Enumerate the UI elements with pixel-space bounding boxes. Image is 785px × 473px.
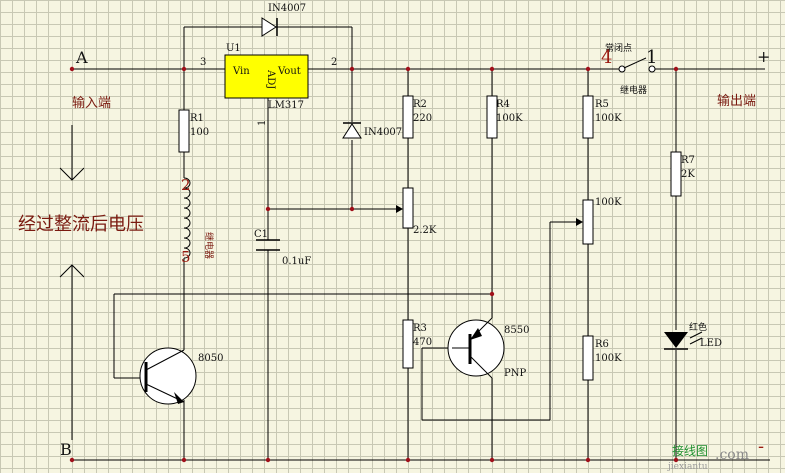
r5-value: 100K (595, 113, 622, 124)
r6-value: 100K (595, 353, 622, 364)
output-terminal-label: 输出端 (717, 93, 756, 109)
contact-pin1-label: 1 (646, 47, 657, 68)
c1-label: C1 (254, 229, 268, 240)
relay-coil-label: 继电器 (203, 232, 215, 259)
r6-label: R6 (595, 339, 609, 350)
r5-label: R5 (595, 99, 609, 110)
u1-label: U1 (226, 43, 241, 54)
lm317-label: LM317 (268, 100, 304, 111)
diode-vertical (342, 122, 362, 139)
diode-top-label: IN4007 (268, 3, 306, 14)
contact-pin4-label: 4 (601, 47, 612, 68)
resistor-r7 (670, 151, 682, 197)
r7-label: R7 (681, 155, 695, 166)
resistor-r3 (402, 319, 414, 369)
resistor-r5 (582, 95, 594, 139)
r7-value: 2K (681, 169, 695, 180)
input-arrow-up (59, 264, 85, 440)
led-label: LED (700, 338, 722, 349)
vout-label: Vout (277, 66, 301, 77)
coil-pin2-label: 2 (181, 176, 191, 194)
input-terminal-label: 输入端 (72, 95, 111, 111)
pin2-label: 2 (331, 57, 337, 68)
pot1-value: 2.2K (413, 225, 437, 236)
led-red (664, 331, 703, 350)
transistor-8050 (139, 347, 197, 405)
watermark-sub: jiexiantu (667, 462, 708, 472)
potentiometer-2-2k (402, 187, 414, 229)
input-arrow-down (59, 125, 85, 181)
watermark-domain: .com (715, 447, 749, 463)
resistor-r6 (582, 335, 594, 381)
r1-value: 100 (190, 127, 209, 138)
watermark-site: 接线图 (672, 443, 708, 458)
pin3-label: 3 (200, 57, 206, 68)
r1-label: R1 (190, 113, 204, 124)
r3-label: R3 (413, 323, 427, 334)
capacitor-c1 (256, 239, 280, 251)
minus-label: - (758, 436, 764, 457)
adj-label: ADJ (265, 69, 276, 89)
pin1-label: 1 (257, 120, 268, 126)
r2-value: 220 (413, 113, 432, 124)
c1-value: 0.1uF (282, 256, 311, 267)
r4-value: 100K (496, 113, 523, 124)
plus-label: + (757, 47, 770, 66)
pnp-part-label: 8550 (504, 325, 529, 336)
r2-label: R2 (413, 99, 427, 110)
schematic: A B 输入端 输出端 + - 经过整流后电压 IN4007 U1 3 2 1 … (18, 3, 770, 472)
npn-part-label: 8050 (198, 353, 223, 364)
transistor-8550-pnp (447, 317, 505, 379)
circuit-canvas: A B 输入端 输出端 + - 经过整流后电压 IN4007 U1 3 2 1 … (0, 0, 785, 473)
node-label-b: B (60, 440, 72, 459)
led-color-label: 红色 (689, 321, 707, 333)
relay-contact-label: 继电器 (620, 84, 647, 96)
rectified-voltage-label: 经过整流后电压 (18, 214, 144, 235)
vin-label: Vin (232, 66, 250, 77)
diode-top (261, 17, 278, 37)
diode-vertical-label: IN4007 (364, 127, 402, 138)
resistor-r2 (402, 95, 414, 139)
node-label-a: A (75, 48, 88, 67)
potentiometer-100k (582, 199, 594, 245)
pnp-type-label: PNP (504, 368, 526, 379)
r4-label: R4 (496, 99, 510, 110)
resistor-r1 (178, 109, 190, 153)
pot2-value: 100K (595, 197, 622, 208)
coil-pin5-label: 5 (181, 248, 191, 266)
r3-value: 470 (413, 337, 432, 348)
